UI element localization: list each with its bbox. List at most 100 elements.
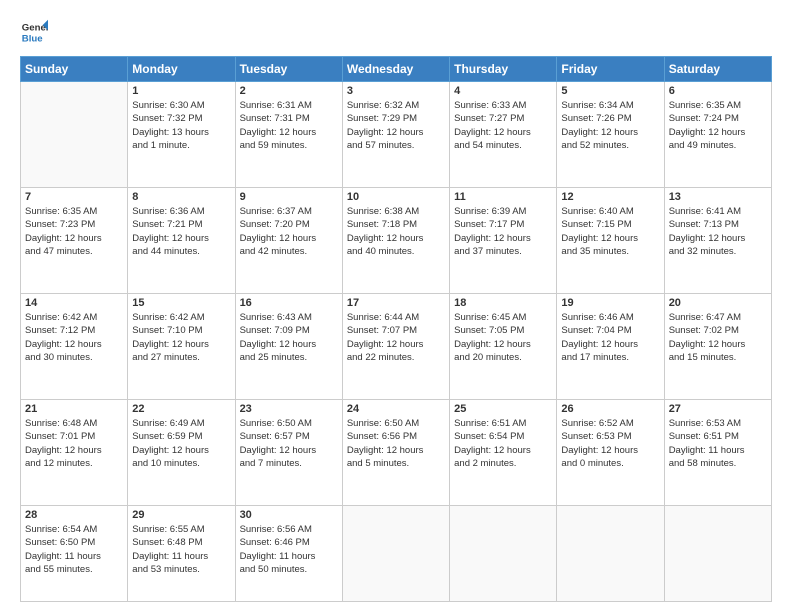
cell-info: Sunrise: 6:47 AM Sunset: 7:02 PM Dayligh… — [669, 311, 767, 364]
calendar-cell: 30 Sunrise: 6:56 AM Sunset: 6:46 PM Dayli… — [235, 506, 342, 602]
calendar-cell — [557, 506, 664, 602]
cell-info: Sunrise: 6:49 AM Sunset: 6:59 PM Dayligh… — [132, 417, 230, 470]
day-number: 4 — [454, 85, 552, 97]
calendar-cell — [664, 506, 771, 602]
calendar-cell: 20 Sunrise: 6:47 AM Sunset: 7:02 PM Dayli… — [664, 294, 771, 400]
day-number: 29 — [132, 509, 230, 521]
calendar-cell: 25 Sunrise: 6:51 AM Sunset: 6:54 PM Dayli… — [450, 400, 557, 506]
weekday-header: Tuesday — [235, 57, 342, 82]
cell-info: Sunrise: 6:40 AM Sunset: 7:15 PM Dayligh… — [561, 205, 659, 258]
day-number: 9 — [240, 191, 338, 203]
cell-info: Sunrise: 6:36 AM Sunset: 7:21 PM Dayligh… — [132, 205, 230, 258]
calendar-week-row: 1Sunrise: 6:30 AM Sunset: 7:32 PM Daylig… — [21, 82, 772, 188]
day-number: 23 — [240, 403, 338, 415]
calendar-cell: 7 Sunrise: 6:35 AM Sunset: 7:23 PM Daylig… — [21, 188, 128, 294]
cell-info: Sunrise: 6:53 AM Sunset: 6:51 PM Dayligh… — [669, 417, 767, 470]
day-number: 11 — [454, 191, 552, 203]
day-number: 28 — [25, 509, 123, 521]
cell-info: Sunrise: 6:35 AM Sunset: 7:23 PM Dayligh… — [25, 205, 123, 258]
calendar-cell: 26 Sunrise: 6:52 AM Sunset: 6:53 PM Dayli… — [557, 400, 664, 506]
calendar-cell: 10 Sunrise: 6:38 AM Sunset: 7:18 PM Dayli… — [342, 188, 449, 294]
cell-info: Sunrise: 6:32 AM Sunset: 7:29 PM Dayligh… — [347, 99, 445, 152]
calendar-cell: 14 Sunrise: 6:42 AM Sunset: 7:12 PM Dayli… — [21, 294, 128, 400]
day-number: 7 — [25, 191, 123, 203]
calendar-cell: 19 Sunrise: 6:46 AM Sunset: 7:04 PM Dayli… — [557, 294, 664, 400]
calendar-cell: 1Sunrise: 6:30 AM Sunset: 7:32 PM Daylig… — [128, 82, 235, 188]
cell-info: Sunrise: 6:50 AM Sunset: 6:56 PM Dayligh… — [347, 417, 445, 470]
cell-info: Sunrise: 6:48 AM Sunset: 7:01 PM Dayligh… — [25, 417, 123, 470]
cell-info: Sunrise: 6:38 AM Sunset: 7:18 PM Dayligh… — [347, 205, 445, 258]
calendar-table: SundayMondayTuesdayWednesdayThursdayFrid… — [20, 56, 772, 602]
calendar-week-row: 21 Sunrise: 6:48 AM Sunset: 7:01 PM Dayli… — [21, 400, 772, 506]
cell-info: Sunrise: 6:33 AM Sunset: 7:27 PM Dayligh… — [454, 99, 552, 152]
day-number: 27 — [669, 403, 767, 415]
calendar-cell: 12Sunrise: 6:40 AM Sunset: 7:15 PM Dayli… — [557, 188, 664, 294]
day-number: 18 — [454, 297, 552, 309]
weekday-header: Saturday — [664, 57, 771, 82]
calendar-cell: 18 Sunrise: 6:45 AM Sunset: 7:05 PM Dayli… — [450, 294, 557, 400]
calendar-cell — [342, 506, 449, 602]
day-number: 30 — [240, 509, 338, 521]
weekday-header: Friday — [557, 57, 664, 82]
calendar-cell: 4 Sunrise: 6:33 AM Sunset: 7:27 PM Daylig… — [450, 82, 557, 188]
cell-info: Sunrise: 6:31 AM Sunset: 7:31 PM Dayligh… — [240, 99, 338, 152]
calendar-cell — [450, 506, 557, 602]
calendar-cell: 27 Sunrise: 6:53 AM Sunset: 6:51 PM Dayli… — [664, 400, 771, 506]
cell-info: Sunrise: 6:46 AM Sunset: 7:04 PM Dayligh… — [561, 311, 659, 364]
cell-info: Sunrise: 6:30 AM Sunset: 7:32 PM Dayligh… — [132, 99, 230, 152]
day-number: 3 — [347, 85, 445, 97]
day-number: 5 — [561, 85, 659, 97]
day-number: 19 — [561, 297, 659, 309]
weekday-header: Wednesday — [342, 57, 449, 82]
calendar-week-row: 14 Sunrise: 6:42 AM Sunset: 7:12 PM Dayli… — [21, 294, 772, 400]
day-number: 20 — [669, 297, 767, 309]
calendar-cell: 5 Sunrise: 6:34 AM Sunset: 7:26 PM Daylig… — [557, 82, 664, 188]
cell-info: Sunrise: 6:56 AM Sunset: 6:46 PM Dayligh… — [240, 523, 338, 576]
calendar-cell: 23 Sunrise: 6:50 AM Sunset: 6:57 PM Dayli… — [235, 400, 342, 506]
day-number: 6 — [669, 85, 767, 97]
cell-info: Sunrise: 6:55 AM Sunset: 6:48 PM Dayligh… — [132, 523, 230, 576]
cell-info: Sunrise: 6:54 AM Sunset: 6:50 PM Dayligh… — [25, 523, 123, 576]
day-number: 26 — [561, 403, 659, 415]
day-number: 17 — [347, 297, 445, 309]
cell-info: Sunrise: 6:45 AM Sunset: 7:05 PM Dayligh… — [454, 311, 552, 364]
cell-info: Sunrise: 6:52 AM Sunset: 6:53 PM Dayligh… — [561, 417, 659, 470]
day-number: 14 — [25, 297, 123, 309]
day-number: 15 — [132, 297, 230, 309]
calendar-cell: 21 Sunrise: 6:48 AM Sunset: 7:01 PM Dayli… — [21, 400, 128, 506]
cell-info: Sunrise: 6:41 AM Sunset: 7:13 PM Dayligh… — [669, 205, 767, 258]
calendar-cell: 13 Sunrise: 6:41 AM Sunset: 7:13 PM Dayli… — [664, 188, 771, 294]
calendar-cell: 29 Sunrise: 6:55 AM Sunset: 6:48 PM Dayli… — [128, 506, 235, 602]
calendar-cell: 28 Sunrise: 6:54 AM Sunset: 6:50 PM Dayli… — [21, 506, 128, 602]
calendar-cell: 22 Sunrise: 6:49 AM Sunset: 6:59 PM Dayli… — [128, 400, 235, 506]
weekday-header: Thursday — [450, 57, 557, 82]
calendar-cell: 8 Sunrise: 6:36 AM Sunset: 7:21 PM Daylig… — [128, 188, 235, 294]
cell-info: Sunrise: 6:51 AM Sunset: 6:54 PM Dayligh… — [454, 417, 552, 470]
calendar-cell: 9 Sunrise: 6:37 AM Sunset: 7:20 PM Daylig… — [235, 188, 342, 294]
day-number: 21 — [25, 403, 123, 415]
calendar-cell: 24 Sunrise: 6:50 AM Sunset: 6:56 PM Dayli… — [342, 400, 449, 506]
calendar-cell: 17 Sunrise: 6:44 AM Sunset: 7:07 PM Dayli… — [342, 294, 449, 400]
calendar-week-row: 7 Sunrise: 6:35 AM Sunset: 7:23 PM Daylig… — [21, 188, 772, 294]
cell-info: Sunrise: 6:42 AM Sunset: 7:12 PM Dayligh… — [25, 311, 123, 364]
calendar-cell: 16Sunrise: 6:43 AM Sunset: 7:09 PM Dayli… — [235, 294, 342, 400]
cell-info: Sunrise: 6:34 AM Sunset: 7:26 PM Dayligh… — [561, 99, 659, 152]
day-number: 16 — [240, 297, 338, 309]
cell-info: Sunrise: 6:44 AM Sunset: 7:07 PM Dayligh… — [347, 311, 445, 364]
calendar-cell: 15Sunrise: 6:42 AM Sunset: 7:10 PM Dayli… — [128, 294, 235, 400]
day-number: 24 — [347, 403, 445, 415]
day-number: 25 — [454, 403, 552, 415]
cell-info: Sunrise: 6:37 AM Sunset: 7:20 PM Dayligh… — [240, 205, 338, 258]
cell-info: Sunrise: 6:39 AM Sunset: 7:17 PM Dayligh… — [454, 205, 552, 258]
weekday-header-row: SundayMondayTuesdayWednesdayThursdayFrid… — [21, 57, 772, 82]
page-header: General Blue — [20, 18, 772, 46]
weekday-header: Monday — [128, 57, 235, 82]
day-number: 2 — [240, 85, 338, 97]
calendar-cell: 2 Sunrise: 6:31 AM Sunset: 7:31 PM Daylig… — [235, 82, 342, 188]
day-number: 10 — [347, 191, 445, 203]
cell-info: Sunrise: 6:50 AM Sunset: 6:57 PM Dayligh… — [240, 417, 338, 470]
day-number: 8 — [132, 191, 230, 203]
day-number: 13 — [669, 191, 767, 203]
day-number: 22 — [132, 403, 230, 415]
logo-icon: General Blue — [20, 18, 48, 46]
